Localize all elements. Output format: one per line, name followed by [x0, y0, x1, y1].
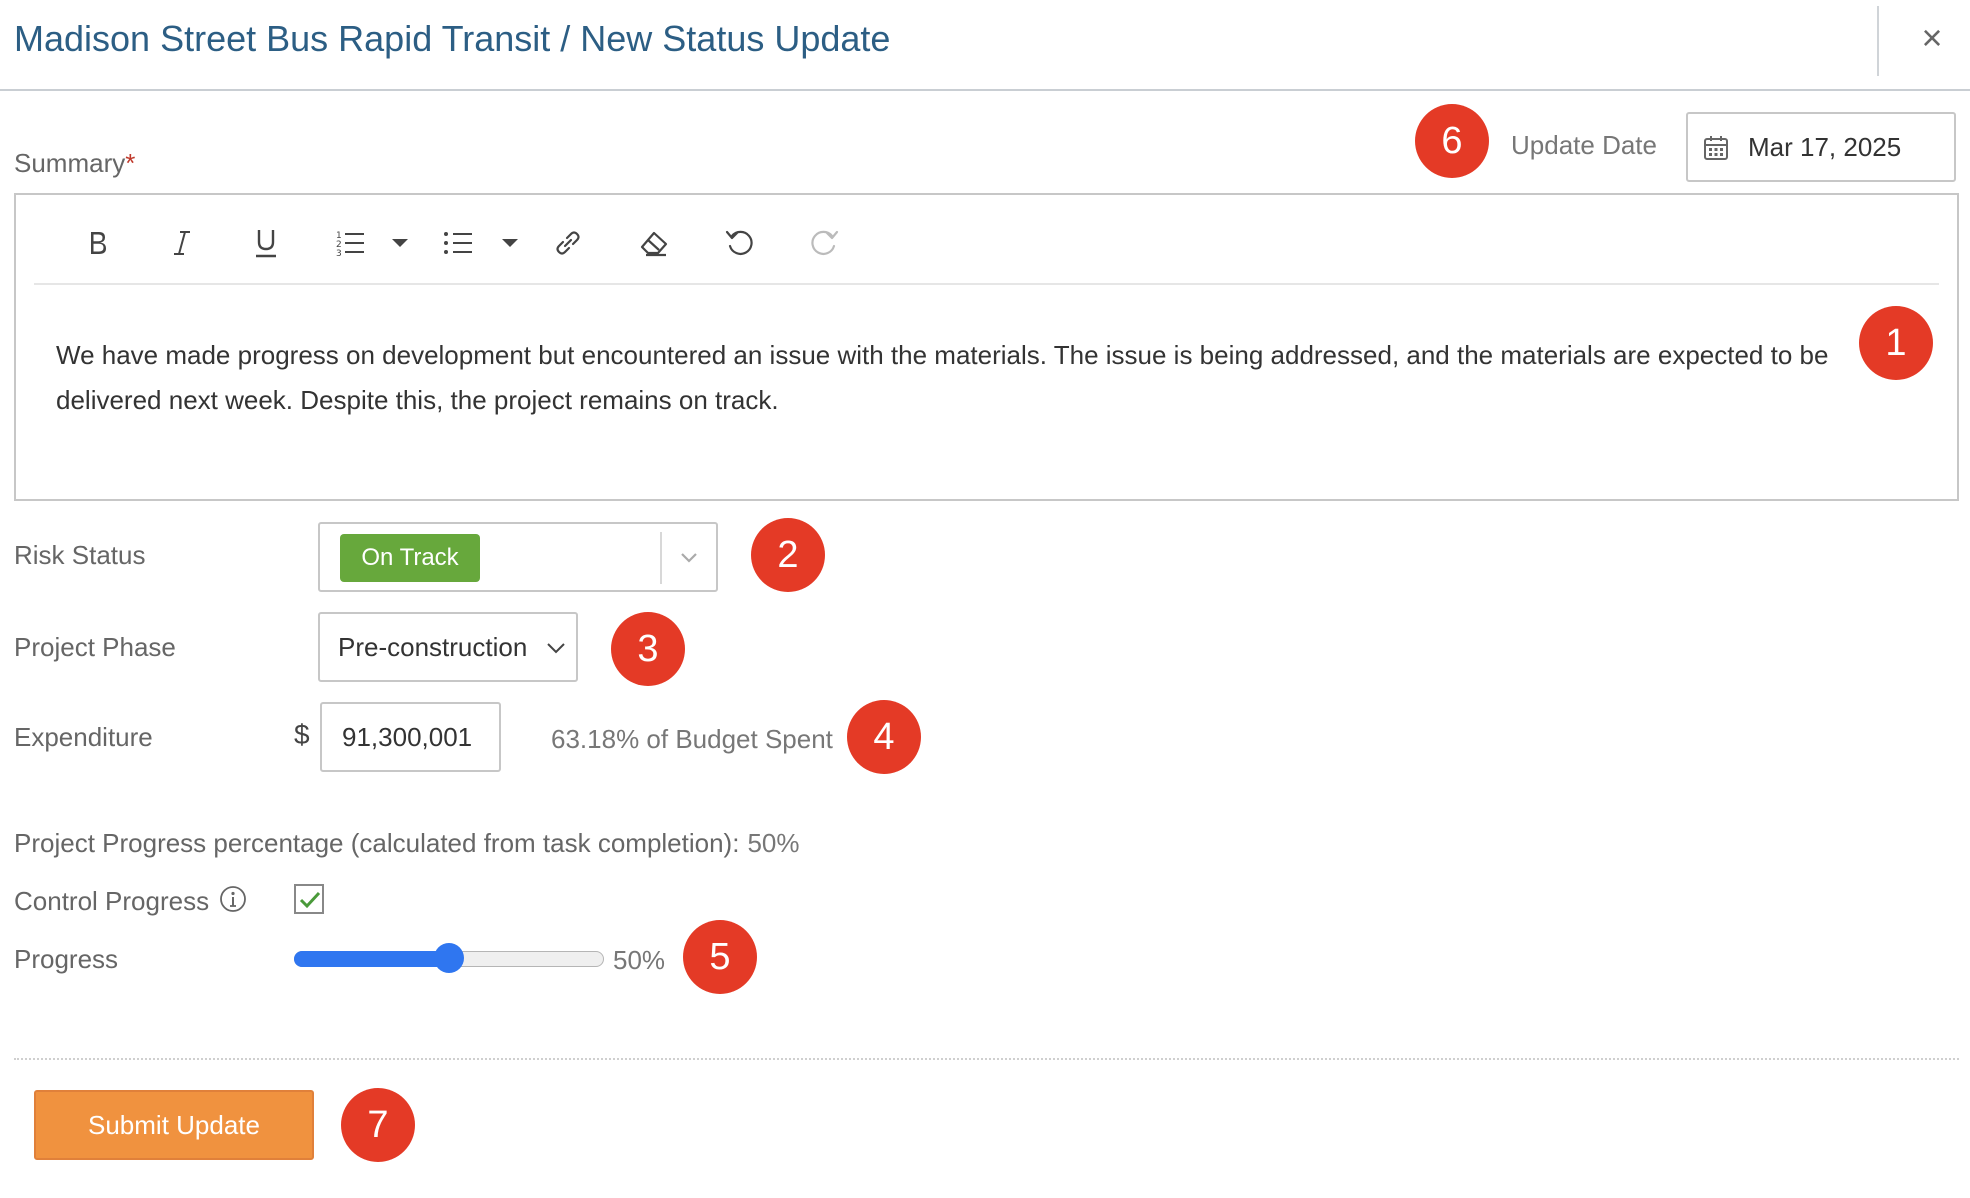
chevron-down-icon: [547, 643, 565, 654]
editor-toolbar: 123: [34, 215, 1939, 285]
progress-calculated-label: Project Progress percentage (calculated …: [14, 828, 740, 858]
update-date-label: Update Date: [1511, 130, 1657, 160]
update-date-value: Mar 17, 2025: [1748, 132, 1902, 162]
annotation-marker-2: 2: [751, 518, 825, 592]
budget-spent-text: 63.18% of Budget Spent: [551, 724, 833, 754]
close-button[interactable]: ×: [1912, 18, 1952, 58]
progress-slider[interactable]: [294, 943, 604, 973]
svg-text:3: 3: [336, 249, 342, 258]
control-progress-label: Control Progress: [14, 886, 210, 916]
underline-icon[interactable]: [246, 221, 286, 265]
annotation-marker-6: 6: [1415, 104, 1489, 178]
annotation-marker-1: 1: [1859, 306, 1933, 380]
header-divider: [1877, 6, 1879, 76]
update-date-input[interactable]: Mar 17, 2025: [1686, 112, 1956, 182]
link-icon[interactable]: [548, 221, 588, 265]
annotation-marker-4: 4: [847, 700, 921, 774]
project-phase-label: Project Phase: [14, 632, 176, 662]
summary-label: Summary*: [14, 148, 135, 179]
expenditure-input[interactable]: 91,300,001: [320, 702, 501, 772]
chevron-down-icon[interactable]: [674, 542, 704, 572]
unordered-list-icon[interactable]: [438, 221, 478, 265]
dialog-title: Madison Street Bus Rapid Transit / New S…: [14, 18, 891, 59]
summary-text[interactable]: We have made progress on development but…: [56, 333, 1866, 423]
footer-separator: [14, 1058, 1959, 1060]
required-marker: *: [125, 148, 136, 178]
summary-editor[interactable]: 123 We have made progress on development…: [14, 193, 1959, 501]
risk-status-label: Risk Status: [14, 540, 146, 570]
progress-label: Progress: [14, 944, 119, 974]
bold-icon[interactable]: [78, 221, 118, 265]
select-separator: [660, 532, 662, 584]
summary-label-text: Summary: [14, 148, 126, 178]
calendar-icon: [1704, 136, 1728, 160]
project-phase-select[interactable]: Pre-construction: [318, 612, 578, 682]
currency-symbol: $: [294, 719, 310, 750]
status-update-dialog: Madison Street Bus Rapid Transit / New S…: [0, 0, 1970, 1198]
progress-calculated: Project Progress percentage (calculated …: [14, 828, 799, 859]
checkmark-icon: [299, 891, 321, 909]
unordered-list-caret-icon[interactable]: [496, 221, 524, 265]
annotation-marker-7: 7: [341, 1088, 415, 1162]
redo-icon[interactable]: [804, 221, 844, 265]
annotation-marker-5: 5: [683, 920, 757, 994]
ordered-list-icon[interactable]: 123: [330, 221, 370, 265]
slider-thumb[interactable]: [434, 943, 464, 973]
expenditure-label: Expenditure: [14, 722, 153, 752]
risk-status-badge: On Track: [340, 534, 480, 582]
submit-update-button[interactable]: Submit Update: [34, 1090, 314, 1160]
dialog-header: Madison Street Bus Rapid Transit / New S…: [0, 0, 1970, 91]
risk-status-select[interactable]: On Track: [318, 522, 718, 592]
progress-value: 50%: [613, 945, 666, 975]
control-progress-checkbox[interactable]: [294, 884, 324, 914]
progress-calculated-value: 50%: [747, 828, 800, 858]
annotation-marker-3: 3: [611, 612, 685, 686]
project-phase-value: Pre-construction: [338, 632, 528, 662]
slider-fill: [294, 951, 449, 967]
ordered-list-caret-icon[interactable]: [386, 221, 414, 265]
info-icon[interactable]: [219, 885, 247, 913]
eraser-icon[interactable]: [634, 221, 674, 265]
italic-icon[interactable]: [162, 221, 202, 265]
undo-icon[interactable]: [720, 221, 760, 265]
